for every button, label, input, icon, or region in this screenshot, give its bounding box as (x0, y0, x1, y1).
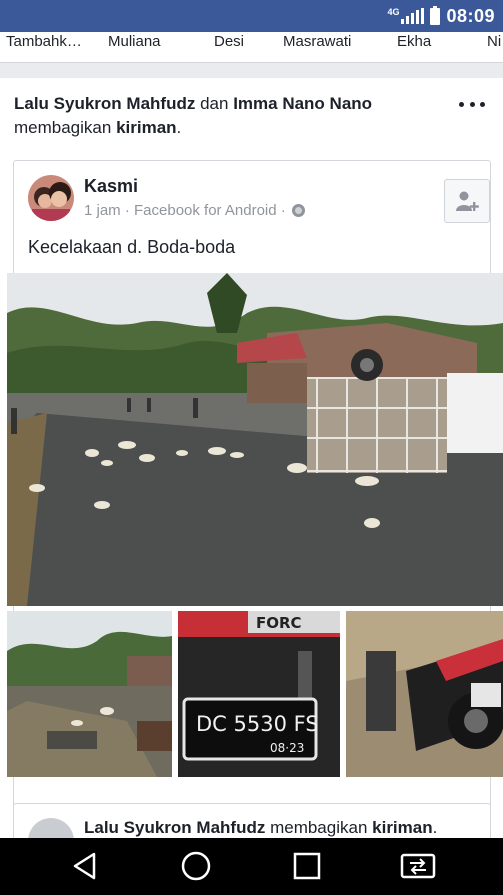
sharer-name[interactable]: Lalu Syukron Mahfudz (14, 94, 195, 113)
friend-name[interactable]: Ni (487, 33, 501, 50)
sharer-name[interactable]: Lalu Syukron Mahfudz (84, 818, 265, 837)
shared-object-link[interactable]: kiriman (372, 818, 432, 837)
friend-name[interactable]: Masrawati (283, 33, 351, 50)
shared-object-link[interactable]: kiriman (116, 118, 176, 137)
bike-brand-text: FORC (256, 614, 302, 632)
post-photo-thumb[interactable] (346, 611, 503, 777)
friend-name[interactable]: Ekha (397, 33, 431, 50)
clock: 08:09 (446, 5, 495, 26)
recents-icon[interactable] (287, 848, 327, 884)
post-meta-text: 1 jam · Facebook for Android · (84, 202, 286, 219)
friends-names-row: Tambahk… Muliana Desi Masrawati Ekha Ni (0, 32, 503, 62)
post-text: Kecelakaan d. Boda-boda (28, 237, 236, 257)
post-photo-thumb[interactable]: FORC DC 5530 FS 08·23 (178, 611, 340, 777)
battery-icon (430, 5, 441, 25)
author-name[interactable]: Kasmi (84, 176, 138, 197)
license-plate-date: 08·23 (270, 741, 304, 755)
post-photo-main[interactable] (7, 273, 503, 606)
more-options-icon[interactable] (459, 96, 485, 112)
home-icon[interactable] (176, 848, 216, 884)
post-photo-thumbnails: FORC DC 5530 FS 08·23 (7, 611, 503, 777)
sharer-name[interactable]: Imma Nano Nano (233, 94, 372, 113)
switch-app-icon[interactable] (398, 848, 438, 884)
globe-icon (291, 204, 305, 217)
connector-text: dan (200, 94, 229, 113)
system-nav-bar (0, 838, 503, 895)
action-text: membagikan (14, 118, 112, 137)
add-friend-icon[interactable] (444, 179, 490, 223)
post-meta: 1 jam · Facebook for Android · (84, 202, 305, 219)
network-type: 4G (387, 7, 400, 17)
signal-icon (401, 8, 425, 24)
period: . (176, 118, 182, 137)
post-photo-thumb[interactable] (7, 611, 172, 777)
friend-name[interactable]: Tambahk… (6, 33, 82, 50)
action-text: membagikan (270, 818, 368, 837)
next-post-header: Lalu Syukron Mahfudz membagikan kiriman. (84, 818, 437, 838)
feed-divider (0, 62, 503, 78)
friend-name[interactable]: Desi (214, 33, 244, 50)
status-bar: 4G 08:09 (0, 0, 503, 32)
license-plate-number: DC 5530 FS (196, 712, 319, 736)
back-icon[interactable] (65, 848, 105, 884)
friend-name[interactable]: Muliana (108, 33, 161, 50)
next-post-preview: Lalu Syukron Mahfudz membagikan kiriman. (13, 803, 491, 864)
author-avatar[interactable] (28, 175, 74, 221)
share-header: Lalu Syukron Mahfudz dan Imma Nano Nano … (14, 92, 444, 140)
period: . (432, 818, 438, 837)
